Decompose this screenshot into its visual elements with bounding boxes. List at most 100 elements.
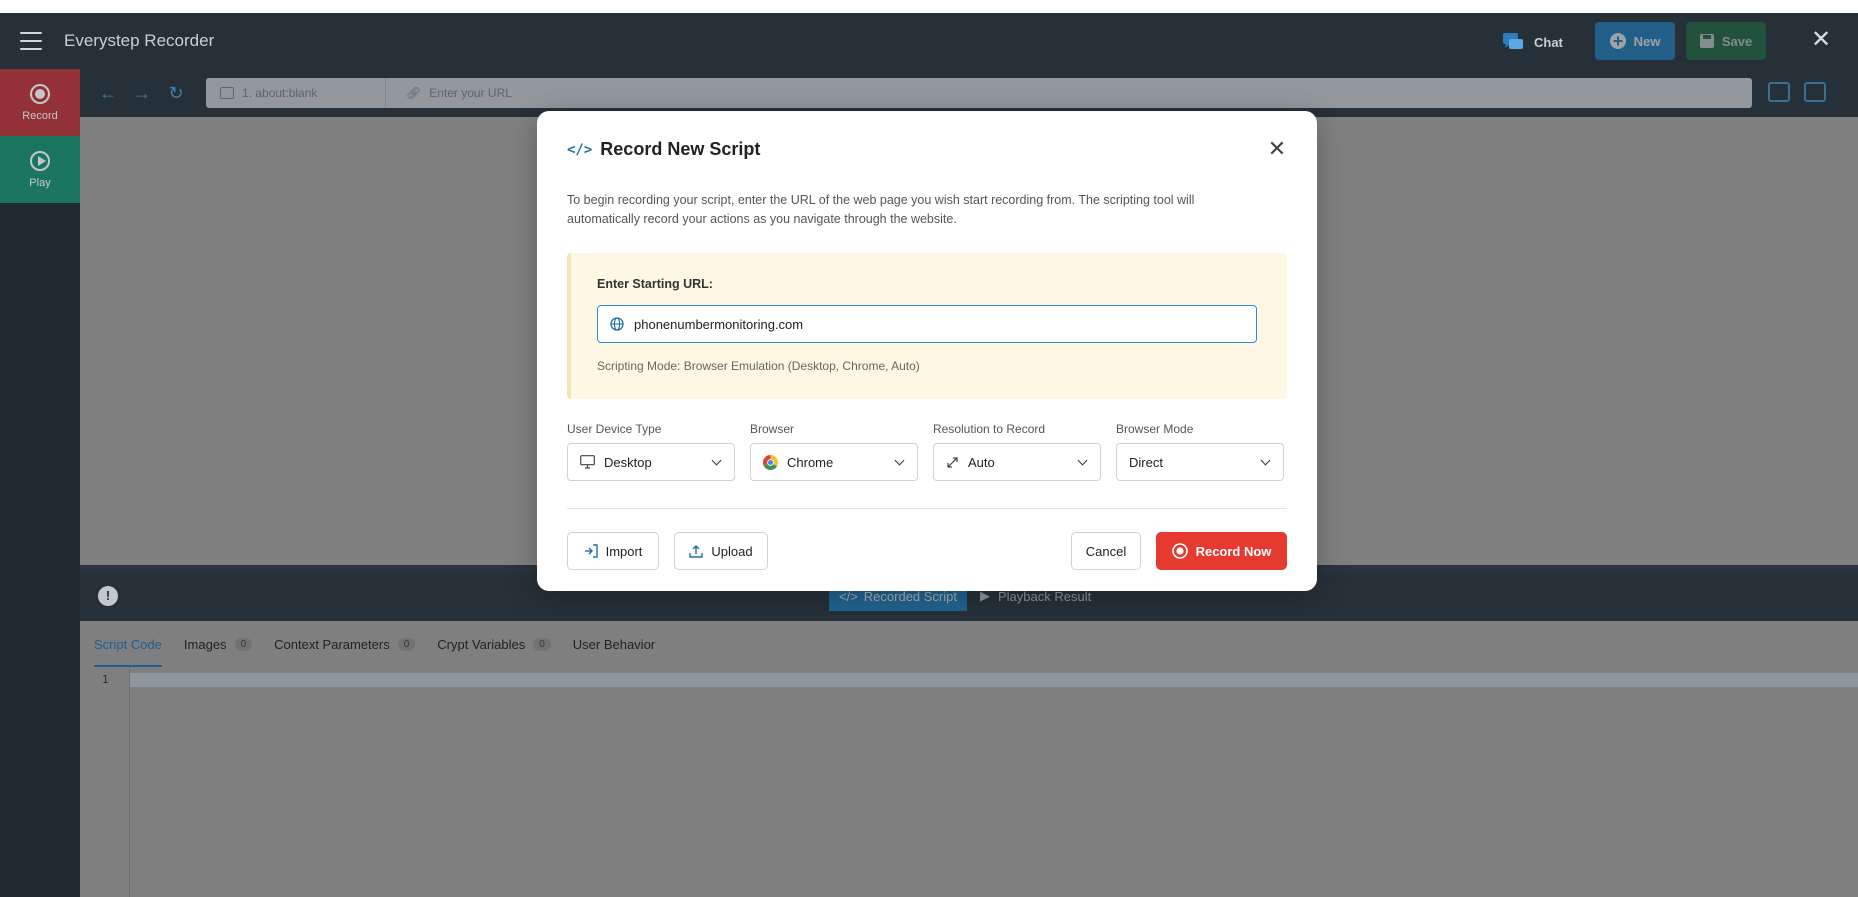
device-type-value: Desktop [604,454,652,470]
tab-user-behavior[interactable]: User Behavior [573,621,655,667]
dialog-close-icon[interactable]: ✕ [1267,138,1287,160]
chevron-down-icon [711,455,722,466]
record-new-script-dialog: </> Record New Script ✕ To begin recordi… [537,111,1317,591]
tab-crypt-variables[interactable]: Crypt Variables 0 [437,621,551,667]
chevron-down-icon [894,455,905,466]
tab-label: Script Code [94,636,162,652]
device-type-label: User Device Type [567,422,662,436]
starting-url-box: Enter Starting URL: Scripting Mode: Brow… [567,253,1287,399]
starting-url-input[interactable] [634,316,1234,332]
import-button[interactable]: Import [567,532,659,570]
globe-icon [610,317,624,331]
record-icon [30,83,50,104]
import-label: Import [605,543,643,559]
upload-label: Upload [711,543,753,559]
chrome-icon [763,454,778,470]
tab-label: Images [183,636,227,652]
starting-url-label: Enter Starting URL: [597,277,713,291]
count-badge: 0 [397,637,416,651]
upload-button[interactable]: Upload [674,532,768,570]
browser-value: Chrome [787,454,834,470]
device-type-group: User Device Type Desktop [567,422,735,481]
menu-icon[interactable] [20,32,42,50]
browser-group: Browser Chrome [750,422,918,481]
sidebar: Record Play [0,69,80,897]
line-number: 1 [102,673,109,686]
sidebar-item-record[interactable]: Record [0,69,80,136]
starting-url-field[interactable] [597,305,1257,343]
browser-nav-bar: ← → ↻ 1. about:blank 🔗︎ Enter your URL [80,69,1858,117]
browser-select[interactable]: Chrome [750,443,918,481]
info-icon[interactable]: ! [98,586,118,606]
tab-context-parameters[interactable]: Context Parameters 0 [274,621,416,667]
link-icon: 🔗︎ [406,86,422,100]
tab-label: Context Parameters [274,636,390,652]
sidebar-item-play[interactable]: Play [0,136,80,203]
browser-mode-select[interactable]: Direct [1116,443,1284,481]
resolution-group: Resolution to Record Auto [933,422,1101,481]
resolution-value: Auto [968,454,995,470]
browser-mode-label: Browser Mode [1116,422,1194,436]
expand-icon [947,456,958,468]
count-badge: 0 [234,637,253,651]
record-now-button[interactable]: Record Now [1156,532,1287,570]
upload-icon [689,545,704,558]
count-badge: 0 [533,637,551,651]
dialog-description: To begin recording your script, enter th… [567,193,1195,226]
code-tabs: Script Code Images 0 Context Parameters … [80,621,1858,667]
play-icon [30,150,50,171]
recording-options: User Device Type Desktop Browser Chrome … [567,422,1287,481]
script-editor-panel: Script Code Images 0 Context Parameters … [80,621,1858,897]
tab-label: User Behavior [572,636,656,652]
tab-icon [220,87,234,99]
device-toggle-icon[interactable] [1768,82,1790,102]
forward-arrow-icon[interactable]: → [132,83,152,103]
save-label: Save [1721,33,1753,49]
plus-circle-icon [1609,33,1626,49]
new-button[interactable]: New [1595,22,1675,60]
line-gutter: 1 [80,667,130,897]
dialog-header: </> Record New Script [567,139,760,160]
cancel-label: Cancel [1085,543,1127,559]
sidebar-item-label: Play [29,176,51,189]
cancel-button[interactable]: Cancel [1071,532,1141,570]
browser-mode-value: Direct [1129,454,1163,470]
device-type-select[interactable]: Desktop [567,443,735,481]
record-icon [1171,543,1188,559]
record-now-label: Record Now [1195,543,1272,559]
save-icon [1699,34,1714,48]
close-icon[interactable]: ✕ [1810,28,1832,52]
refresh-icon[interactable]: ↻ [166,83,186,103]
chat-label: Chat [1534,34,1563,50]
browser-label: Browser [750,422,795,436]
url-placeholder: Enter your URL [429,86,512,100]
browser-url-bar[interactable]: 1. about:blank 🔗︎ Enter your URL [206,78,1752,108]
active-line-highlight[interactable] [130,673,1858,687]
browser-tab-label: 1. about:blank [242,86,318,100]
app-title: Everystep Recorder [64,31,215,50]
browser-url-input[interactable]: 🔗︎ Enter your URL [386,86,512,100]
chat-button[interactable]: Chat [1502,27,1563,57]
import-icon [584,544,598,558]
tab-label: Crypt Variables [437,636,526,652]
scripting-mode-text: Scripting Mode: Browser Emulation (Deskt… [597,359,920,373]
save-button[interactable]: Save [1686,22,1766,60]
dialog-title: Record New Script [600,139,761,159]
chevron-down-icon [1077,455,1088,466]
desktop-icon [580,455,595,469]
dialog-divider [567,508,1287,509]
browser-tab[interactable]: 1. about:blank [206,78,386,108]
chat-icon [1503,33,1523,49]
tab-script-code[interactable]: Script Code [94,621,162,667]
browser-mode-group: Browser Mode Direct [1116,422,1284,481]
chevron-down-icon [1260,455,1271,466]
top-bar: Everystep Recorder Chat New Save ✕ [0,13,1858,69]
tab-images[interactable]: Images 0 [183,621,253,667]
new-label: New [1633,33,1661,49]
resolution-label: Resolution to Record [933,422,1046,436]
screens-icon[interactable] [1804,82,1826,102]
sidebar-item-label: Record [22,109,58,122]
back-arrow-icon[interactable]: ← [98,83,118,103]
code-icon: </> [567,141,593,158]
resolution-select[interactable]: Auto [933,443,1101,481]
